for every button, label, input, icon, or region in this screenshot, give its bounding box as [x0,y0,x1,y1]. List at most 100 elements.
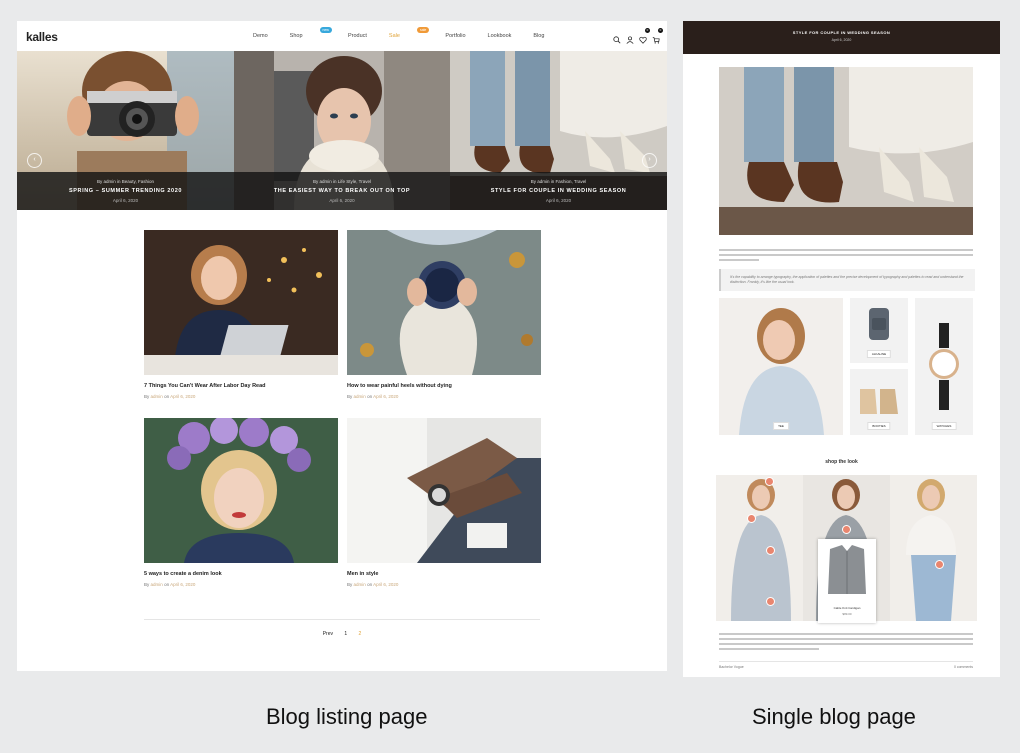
cart-icon[interactable]: 0 [652,28,663,49]
hotspot-marker[interactable] [766,546,775,555]
slide-date: April 6, 2020 [112,198,139,203]
post-date: April 6, 2020 [831,38,852,42]
site-header: kalles Demo Shop new Product Sale sale Por… [17,21,667,51]
heart-icon[interactable]: 0 [639,28,650,49]
post-card: How to wear painful heels without dying … [347,230,541,399]
product-label: ALKALINE [866,350,892,358]
nav-item-demo[interactable]: Demo [253,33,279,39]
user-icon[interactable] [626,31,634,49]
on-label: on [164,394,170,399]
slide-category[interactable]: By admin in Beauty, Fashion [17,179,234,184]
slide-category[interactable]: By admin in Fashion, Travel [450,179,667,184]
post-date[interactable]: April 6, 2020 [170,582,195,587]
slide-title[interactable]: THE EASIEST WAY TO BREAK OUT ON TOP [234,188,450,194]
post-thumbnail[interactable] [144,418,338,563]
search-icon[interactable] [613,31,621,49]
popup-product-name[interactable]: Cable Knit Cardigan [818,606,876,610]
watch-product-card[interactable]: WATCHES [915,298,973,435]
post-author[interactable]: admin [151,582,163,587]
slide-category[interactable]: By admin in Life Style, Travel [234,179,450,184]
post-title[interactable]: How to wear painful heels without dying [347,383,541,389]
product-label: BOOTIES [867,422,891,430]
caption-left: Blog listing page [266,704,428,729]
post-card: 7 Things You Can't Wear After Labor Day … [144,230,338,399]
post-date[interactable]: April 6, 2020 [170,394,195,399]
slide-caption: By admin in Beauty, Fashion SPRING – SUM… [17,172,234,210]
header-icons: 0 0 [613,28,663,49]
popup-product-price: $89.00 [842,612,852,616]
post-title[interactable]: Men in style [347,571,541,577]
next-slide-arrow[interactable]: › [642,153,657,168]
wishlist-count: 0 [645,28,650,33]
slide-date: April 6, 2020 [329,198,355,203]
nav-item-sale[interactable]: Sale sale [388,27,434,39]
hotspot-marker[interactable] [747,514,756,523]
slide-caption: By admin in Fashion, Travel STYLE FOR CO… [450,172,667,210]
slide-1[interactable]: ‹ By admin in Beauty, Fashion SPRING – S… [17,51,234,210]
comments-count[interactable]: 0 comments [954,665,973,669]
post-meta: By admin on April 6, 2020 [347,394,541,399]
post-card: 5 ways to create a denim look By admin o… [144,418,338,587]
post-title[interactable]: 7 Things You Can't Wear After Labor Day … [144,383,338,389]
quote-text: It's the capability to arrange typograph… [730,275,964,284]
nav-item-lookbook[interactable]: Lookbook [488,33,523,39]
new-badge: new [319,27,332,33]
post-author-tag[interactable]: Bachelor Vogue [719,665,744,669]
site-logo[interactable]: kalles [26,30,58,44]
post-card: Men in style By admin on April 6, 2020 [347,418,541,587]
page-link-2[interactable]: 2 [359,631,362,637]
slide-title[interactable]: STYLE FOR COUPLE IN WEDDING SEASON [450,188,667,194]
nav-item-portfolio[interactable]: Portfolio [445,33,476,39]
by-label: By [347,394,353,399]
nav-label: Product [347,33,367,39]
post-title[interactable]: 5 ways to create a denim look [144,571,338,577]
post-title: STYLE FOR COUPLE IN WEDDING SEASON [792,30,891,35]
blog-listing-panel: kalles Demo Shop new Product Sale sale Por… [17,21,667,671]
booties-product-card[interactable]: BOOTIES [850,369,908,435]
nav-item-product[interactable]: Product [348,33,378,39]
post-thumbnail[interactable] [144,230,338,375]
post-thumbnail[interactable] [347,418,541,563]
cart-count: 0 [658,28,663,33]
slide-3[interactable]: › By admin in Fashion, Travel STYLE FOR … [450,51,667,210]
hotspot-marker[interactable] [765,477,774,486]
post-author[interactable]: admin [151,394,163,399]
post-hero-header: STYLE FOR COUPLE IN WEDDING SEASON April… [683,21,1000,54]
nav-item-shop[interactable]: Shop new [289,27,337,39]
slide-date: April 6, 2020 [545,198,572,203]
on-label: on [164,582,170,587]
nav-label: Demo [253,33,268,39]
product-label: TEE [773,422,789,430]
by-label: By [347,582,353,587]
hotspot-marker[interactable] [842,525,851,534]
slide-title[interactable]: SPRING – SUMMER TRENDING 2020 [17,188,234,194]
post-author[interactable]: admin [354,582,366,587]
product-label: WATCHES [931,422,957,430]
nav-label: Sale [388,33,400,39]
nav-item-blog[interactable]: Blog [533,33,555,39]
nav-label: Shop [289,33,303,39]
pagination: Prev 1 2 [144,619,540,637]
post-date[interactable]: April 6, 2020 [373,582,398,587]
hotspot-marker[interactable] [766,597,775,606]
prev-page-link[interactable]: Prev [323,631,333,637]
post-meta: By admin on April 6, 2020 [144,394,338,399]
single-blog-panel: STYLE FOR COUPLE IN WEDDING SEASON April… [683,21,1000,677]
slide-2[interactable]: By admin in Life Style, Travel THE EASIE… [234,51,450,210]
model-product-card[interactable]: TEE [719,298,843,435]
on-label: on [367,582,373,587]
cardigan-image [818,539,876,601]
post-date[interactable]: April 6, 2020 [373,394,398,399]
nav-label: Portfolio [445,33,466,39]
prev-slide-arrow[interactable]: ‹ [27,153,42,168]
by-label: By [144,394,150,399]
hotspot-marker[interactable] [935,560,944,569]
product-popup[interactable]: Cable Knit Cardigan $89.00 [818,539,876,623]
sale-badge: sale [416,27,430,33]
post-thumbnail[interactable] [347,230,541,375]
post-author[interactable]: admin [354,394,366,399]
post-footer: Bachelor Vogue 0 comments [719,661,973,669]
featured-image [719,67,973,235]
backpack-product-card[interactable]: ALKALINE [850,298,908,363]
page-link-1[interactable]: 1 [344,631,347,637]
